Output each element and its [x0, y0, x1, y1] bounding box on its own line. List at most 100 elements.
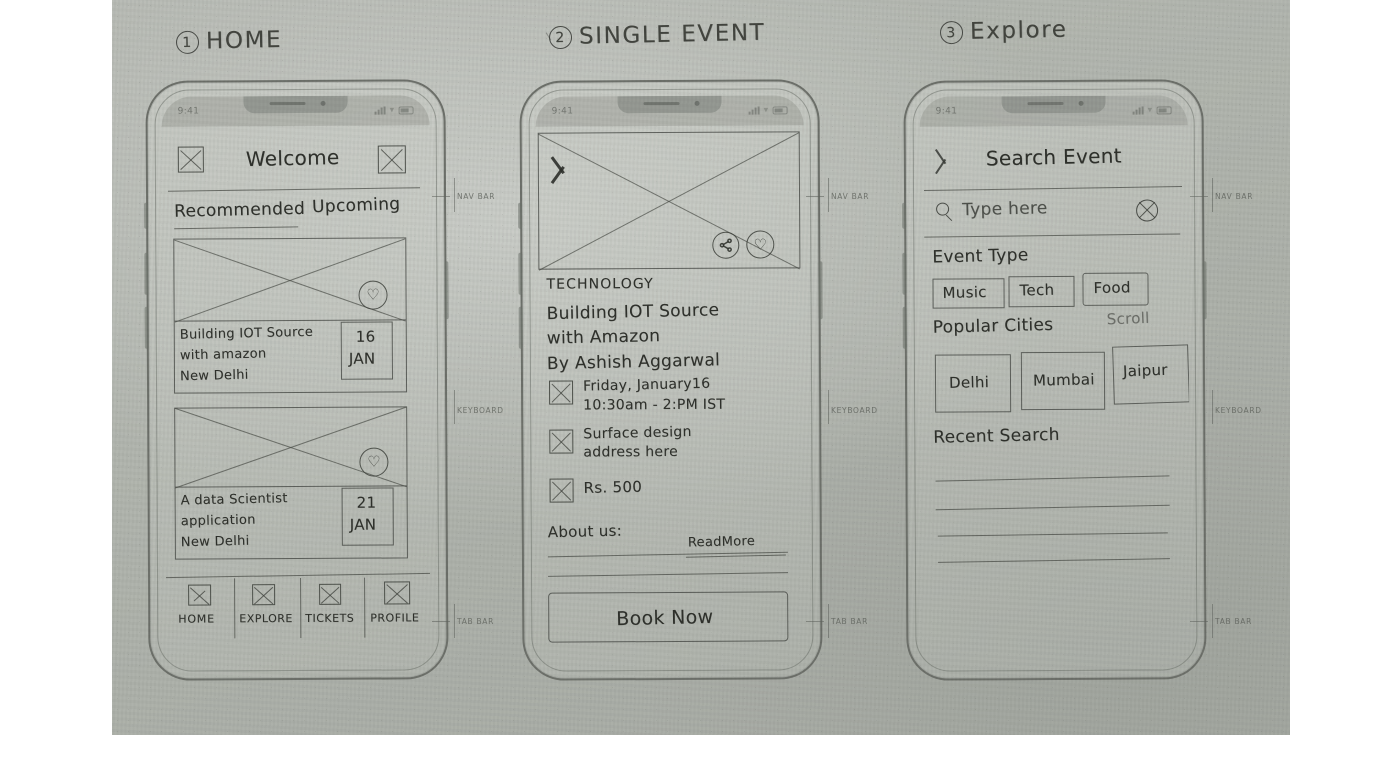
- event-address-line1: Surface design: [583, 423, 692, 443]
- avatar-placeholder-icon[interactable]: [377, 145, 406, 174]
- explore-nav-title: Search Event: [985, 143, 1123, 171]
- phone-frame-single-event: 9:41 ▾ ♡ TECHNOLOGY Building IOT Source …: [518, 79, 823, 681]
- explore-nav-divider: [924, 185, 1182, 192]
- back-chevron-icon[interactable]: [550, 156, 572, 184]
- event-speaker: By Ashish Aggarwal: [546, 350, 721, 375]
- recent-search-label: Recent Search: [933, 424, 1060, 448]
- tab-recommended-underline: [174, 226, 299, 230]
- anno-lead-tabbar-1: [432, 621, 450, 622]
- battery-icon: [772, 106, 788, 115]
- card-2-heart-icon[interactable]: ♡: [359, 447, 389, 477]
- anno-keyboard-2: KEYBOARD: [831, 406, 878, 415]
- tab-explore-icon[interactable]: [252, 584, 276, 606]
- search-underline: [924, 233, 1181, 238]
- card-1-location: New Delhi: [179, 367, 249, 385]
- tab-bar-sep-3: [364, 577, 366, 638]
- screen2-title: 2 SINGLE EVENT: [548, 19, 766, 51]
- tab-upcoming[interactable]: Upcoming: [312, 194, 401, 217]
- tab-home-label[interactable]: HOME: [178, 612, 215, 625]
- about-line-2: [548, 572, 789, 577]
- city-mumbai-label[interactable]: Mumbai: [1033, 370, 1095, 389]
- menu-placeholder-icon[interactable]: [177, 146, 204, 173]
- read-more-link[interactable]: ReadMore: [688, 534, 756, 551]
- recent-search-line-2[interactable]: [935, 504, 1170, 511]
- explore-back-chevron-icon[interactable]: [934, 149, 952, 175]
- event-type-label: Event Type: [932, 245, 1029, 268]
- clear-circle-icon[interactable]: [1136, 199, 1159, 222]
- card-1-title-line2: with amazon: [179, 346, 267, 364]
- anno-tick-navbar-2: [828, 178, 829, 212]
- city-jaipur-label[interactable]: Jaipur: [1123, 361, 1168, 381]
- event-address-line2: address here: [583, 443, 679, 461]
- hero-heart-icon[interactable]: ♡: [746, 230, 775, 259]
- signal-icon: [1132, 106, 1144, 115]
- wifi-icon: ▾: [389, 105, 395, 116]
- read-more-underline: [685, 554, 786, 558]
- calendar-placeholder-icon: [549, 380, 574, 405]
- about-us-label: About us:: [547, 521, 623, 542]
- scroll-hint: Scroll: [1106, 308, 1150, 329]
- anno-lead-navbar-2: [806, 196, 824, 197]
- anno-tick-navbar-1: [454, 178, 455, 212]
- nav-divider: [168, 187, 420, 192]
- phone-frame-explore: 9:41 ▾ Search Event Type here Event Type…: [902, 79, 1207, 681]
- card-2-title-line1: A data Scientist: [180, 491, 288, 509]
- screen1-number: 1: [175, 30, 200, 55]
- anno-keyboard-3: KEYBOARD: [1215, 406, 1262, 415]
- screen1-title-text: HOME: [205, 26, 283, 55]
- anno-lead-tabbar-2: [806, 621, 824, 622]
- status-time: 9:41: [551, 106, 574, 117]
- event-price: Rs. 500: [583, 477, 643, 497]
- anno-navbar-3: NAV BAR: [1215, 192, 1254, 201]
- battery-icon: [398, 106, 414, 115]
- anno-tick-tabbar-1: [454, 604, 455, 638]
- screen3-title: 3 Explore: [939, 16, 1068, 46]
- tab-tickets-icon[interactable]: [319, 583, 342, 605]
- signal-icon: [374, 106, 386, 115]
- anno-navbar-2: NAV BAR: [831, 192, 870, 201]
- card-1-title-line1: Building IOT Source: [179, 324, 314, 343]
- tab-recommended[interactable]: Recommended: [174, 199, 305, 222]
- anno-keyboard-1: KEYBOARD: [457, 406, 504, 415]
- recent-search-line-3[interactable]: [937, 532, 1168, 537]
- card-1-heart-icon[interactable]: ♡: [358, 280, 388, 310]
- tab-bar-sep-1: [234, 578, 236, 639]
- tab-profile-icon[interactable]: [384, 581, 411, 605]
- tab-home-icon[interactable]: [188, 584, 212, 606]
- chip-tech-label[interactable]: Tech: [1019, 281, 1054, 300]
- price-placeholder-icon: [549, 478, 574, 503]
- wireframe-paper-photo: 1 HOME 9:41 ▾ Welcome Recommended Upcomi…: [112, 0, 1290, 735]
- battery-icon: [1156, 106, 1172, 115]
- anno-tick-tabbar-2: [828, 604, 829, 638]
- anno-tick-keyboard-1: [454, 390, 455, 424]
- card-2-title-line2: application: [180, 512, 256, 530]
- tab-explore-label[interactable]: EXPLORE: [239, 612, 293, 625]
- share-icon[interactable]: [712, 231, 740, 259]
- anno-tabbar-1: TAB BAR: [457, 617, 495, 626]
- screen-single-event: 9:41 ▾ ♡ TECHNOLOGY Building IOT Source …: [535, 95, 807, 664]
- chip-music-label[interactable]: Music: [942, 283, 987, 302]
- chip-food-label[interactable]: Food: [1093, 278, 1131, 297]
- status-time: 9:41: [177, 106, 200, 117]
- recent-search-line-1[interactable]: [935, 475, 1170, 482]
- event-date-line2: 10:30am - 2:PM IST: [583, 396, 726, 414]
- tab-profile-label[interactable]: PROFILE: [370, 611, 419, 624]
- search-input[interactable]: Type here: [962, 198, 1048, 220]
- book-now-label[interactable]: Book Now: [616, 606, 714, 630]
- anno-tick-tabbar-3: [1212, 604, 1213, 638]
- screen-home: 9:41 ▾ Welcome Recommended Upcoming ♡ Bu…: [161, 95, 433, 664]
- location-placeholder-icon: [549, 429, 574, 454]
- signal-icon: [748, 106, 760, 115]
- anno-lead-navbar-1: [432, 196, 450, 197]
- screen2-title-text: SINGLE EVENT: [578, 19, 766, 50]
- event-title-line2: with Amazon: [546, 326, 661, 349]
- screen3-title-text: Explore: [969, 16, 1068, 45]
- card-1-date-month: JAN: [348, 349, 376, 368]
- tab-tickets-label[interactable]: TICKETS: [305, 612, 354, 625]
- city-delhi-label[interactable]: Delhi: [949, 373, 990, 392]
- screen3-number: 3: [939, 20, 964, 45]
- recent-search-line-4[interactable]: [937, 558, 1170, 563]
- anno-tabbar-3: TAB BAR: [1215, 617, 1253, 626]
- screen-explore: 9:41 ▾ Search Event Type here Event Type…: [919, 95, 1191, 664]
- status-bar: 9:41 ▾: [535, 95, 804, 127]
